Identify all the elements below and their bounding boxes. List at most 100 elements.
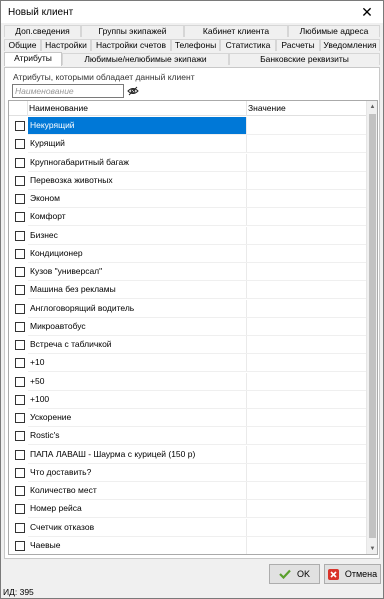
vertical-scrollbar[interactable]: ▲ ▼: [366, 101, 377, 554]
attribute-row[interactable]: Комфорт: [9, 208, 367, 227]
attribute-name[interactable]: Машина без рекламы: [28, 281, 246, 298]
cancel-button[interactable]: Отмена: [324, 564, 381, 584]
tab-client-cabinet[interactable]: Кабинет клиента: [184, 25, 288, 37]
hide-icon[interactable]: [126, 84, 140, 98]
attribute-value-cell[interactable]: [246, 135, 367, 154]
attribute-name[interactable]: Крупногабаритный багаж: [28, 154, 246, 171]
attribute-value-cell[interactable]: [246, 336, 367, 354]
attribute-row[interactable]: Счетчик отказов: [9, 518, 367, 537]
attribute-name[interactable]: Микроавтобус: [28, 318, 246, 335]
attribute-checkbox[interactable]: [15, 340, 25, 350]
attribute-value-cell[interactable]: [246, 317, 367, 336]
tab-phones[interactable]: Телефоны: [171, 39, 220, 51]
attribute-checkbox[interactable]: [15, 540, 25, 551]
attribute-row[interactable]: ПАПА ЛАВАШ - Шаурма с курицей (150 р): [9, 445, 367, 464]
ok-button[interactable]: OK: [269, 564, 320, 584]
attribute-value-cell[interactable]: [246, 171, 367, 190]
attribute-row[interactable]: Крупногабаритный багаж: [9, 153, 367, 172]
attribute-checkbox[interactable]: [15, 376, 25, 387]
attribute-row[interactable]: Чаевые: [9, 536, 367, 554]
attribute-name[interactable]: Кузов "универсал": [28, 263, 246, 280]
attribute-row[interactable]: Перевозка животных: [9, 171, 367, 190]
attribute-value-cell[interactable]: [246, 427, 367, 446]
attribute-checkbox[interactable]: [15, 303, 25, 314]
attribute-value-cell[interactable]: [246, 518, 367, 537]
attribute-row[interactable]: Номер рейса: [9, 500, 367, 519]
attribute-name[interactable]: +10: [28, 354, 246, 371]
attribute-value-cell[interactable]: [246, 482, 367, 500]
attribute-checkbox[interactable]: [15, 394, 25, 405]
attribute-checkbox[interactable]: [15, 212, 25, 223]
attribute-value-cell[interactable]: [246, 536, 367, 554]
attribute-value-cell[interactable]: [246, 390, 367, 409]
tab-favorite-crews[interactable]: Любимые/нелюбимые экипажи: [62, 53, 229, 65]
attribute-row[interactable]: Курящий: [9, 135, 367, 154]
attribute-value-cell[interactable]: [246, 354, 367, 373]
attribute-checkbox[interactable]: [15, 230, 25, 241]
attribute-value-cell[interactable]: [246, 500, 367, 519]
attribute-checkbox[interactable]: [15, 431, 25, 442]
tab-notifications[interactable]: Уведомления: [320, 39, 380, 51]
attribute-name[interactable]: +50: [28, 373, 246, 390]
attribute-row[interactable]: Некурящий: [9, 117, 367, 135]
attribute-name[interactable]: Англоговорящий водитель: [28, 300, 246, 317]
attribute-name[interactable]: Количество мест: [28, 482, 246, 499]
attribute-value-cell[interactable]: [246, 226, 367, 245]
attribute-value-cell[interactable]: [246, 117, 367, 135]
tab-settings[interactable]: Настройки: [41, 39, 91, 51]
attribute-row[interactable]: Rostic's: [9, 427, 367, 446]
attribute-name[interactable]: Курящий: [28, 135, 246, 152]
attribute-checkbox[interactable]: [15, 486, 25, 496]
attribute-name[interactable]: ПАПА ЛАВАШ - Шаурма с курицей (150 р): [28, 446, 246, 463]
attribute-value-cell[interactable]: [246, 208, 367, 227]
attribute-name[interactable]: Номер рейса: [28, 500, 246, 517]
tab-general[interactable]: Общие: [4, 39, 41, 51]
attribute-name[interactable]: +100: [28, 391, 246, 408]
attribute-value-cell[interactable]: [246, 244, 367, 263]
attribute-value-cell[interactable]: [246, 153, 367, 172]
attribute-value-cell[interactable]: [246, 409, 367, 427]
attribute-checkbox[interactable]: [15, 413, 25, 423]
column-name-header[interactable]: Наименование: [29, 103, 88, 113]
attribute-row[interactable]: Кузов "универсал": [9, 263, 367, 281]
attribute-checkbox[interactable]: [15, 449, 25, 460]
attribute-name[interactable]: Встреча с табличкой: [28, 336, 246, 353]
attribute-checkbox[interactable]: [15, 504, 25, 515]
attribute-row[interactable]: Ускорение: [9, 409, 367, 427]
attribute-checkbox[interactable]: [15, 248, 25, 259]
attribute-checkbox[interactable]: [15, 522, 25, 533]
attribute-value-cell[interactable]: [246, 281, 367, 300]
tab-bank-details[interactable]: Банковские реквизиты: [229, 53, 380, 65]
scroll-up-icon[interactable]: ▲: [367, 101, 377, 112]
tab-calculations[interactable]: Расчеты: [276, 39, 320, 51]
attribute-checkbox[interactable]: [15, 194, 25, 204]
attribute-name[interactable]: Некурящий: [28, 117, 246, 134]
attribute-row[interactable]: Количество мест: [9, 482, 367, 500]
attribute-name[interactable]: Эконом: [28, 190, 246, 207]
tab-favorite-addresses[interactable]: Любимые адреса: [288, 25, 380, 37]
attribute-row[interactable]: Англоговорящий водитель: [9, 299, 367, 318]
close-icon[interactable]: ✕: [351, 1, 383, 23]
attribute-value-cell[interactable]: [246, 372, 367, 391]
attribute-checkbox[interactable]: [15, 267, 25, 277]
attribute-name[interactable]: Перевозка животных: [28, 172, 246, 189]
attribute-name[interactable]: Комфорт: [28, 208, 246, 225]
attribute-row[interactable]: Микроавтобус: [9, 317, 367, 336]
tab-crew-groups[interactable]: Группы экипажей: [81, 25, 184, 37]
attribute-checkbox[interactable]: [15, 358, 25, 369]
tab-statistics[interactable]: Статистика: [220, 39, 276, 51]
tab-attributes[interactable]: Атрибуты: [4, 52, 62, 66]
attribute-name[interactable]: Бизнес: [28, 227, 246, 244]
attribute-checkbox[interactable]: [15, 157, 25, 168]
attribute-checkbox[interactable]: [15, 321, 25, 332]
attribute-value-cell[interactable]: [246, 190, 367, 208]
attribute-name[interactable]: Что доставить?: [28, 464, 246, 481]
attribute-row[interactable]: +50: [9, 372, 367, 391]
tab-account-settings[interactable]: Настройки счетов: [91, 39, 171, 51]
attribute-value-cell[interactable]: [246, 263, 367, 281]
attribute-name[interactable]: Чаевые: [28, 537, 246, 554]
attribute-checkbox[interactable]: [15, 467, 25, 478]
attribute-value-cell[interactable]: [246, 299, 367, 318]
attribute-name[interactable]: Кондиционер: [28, 245, 246, 262]
scroll-thumb[interactable]: [369, 114, 376, 538]
